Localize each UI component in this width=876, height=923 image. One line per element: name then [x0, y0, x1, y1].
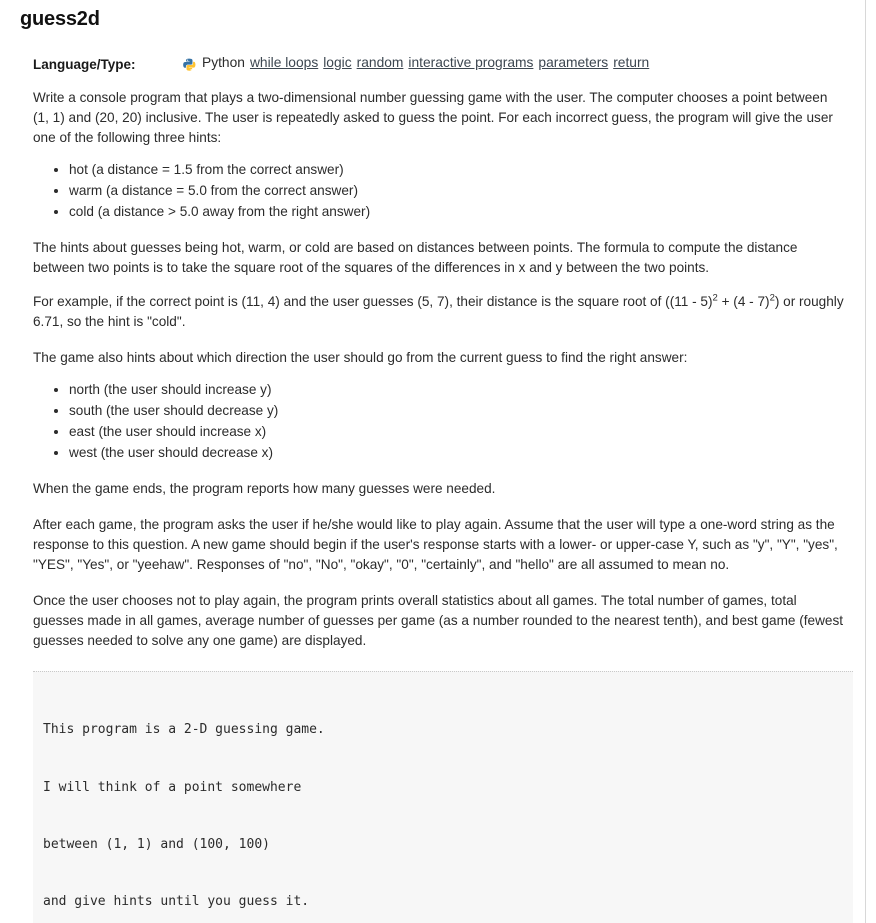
console-line: I will think of a point somewhere: [43, 779, 302, 795]
console-line: between (1, 1) and (100, 100): [43, 836, 270, 852]
example-part-1: For example, if the correct point is (11…: [33, 294, 713, 310]
python-logo-icon: [183, 58, 196, 71]
exercise-content: Language/Type: Python while loops logic …: [33, 55, 853, 923]
list-item: warm (a distance = 5.0 from the correct …: [69, 180, 852, 201]
tag-link-parameters[interactable]: parameters: [538, 55, 608, 70]
directions-paragraph: The game also hints about which directio…: [33, 349, 688, 365]
hints-list: hot (a distance = 1.5 from the correct a…: [33, 159, 852, 222]
console-line: This program is a 2-D guessing game.: [43, 722, 325, 738]
list-item: east (the user should increase x): [69, 421, 852, 442]
example-paragraph: For example, if the correct point is (11…: [33, 292, 845, 332]
intro-paragraph: Write a console program that plays a two…: [33, 90, 833, 145]
list-item: south (the user should decrease y): [69, 400, 852, 421]
statistics-paragraph: Once the user chooses not to play again,…: [33, 593, 844, 648]
tag-link-logic[interactable]: logic: [323, 55, 351, 70]
list-item: cold (a distance > 5.0 away from the rig…: [69, 201, 852, 222]
formula-paragraph: The hints about guesses being hot, warm,…: [33, 240, 798, 276]
tag-link-interactive-programs[interactable]: interactive programs: [408, 55, 533, 70]
language-type-row: Language/Type: Python while loops logic …: [33, 55, 852, 72]
language-name: Python: [202, 55, 245, 70]
example-part-2: + (4 - 7): [717, 294, 770, 310]
tag-link-while-loops[interactable]: while loops: [250, 55, 318, 70]
directions-list: north (the user should increase y) south…: [33, 379, 852, 463]
tag-link-return[interactable]: return: [613, 55, 649, 70]
game-ends-paragraph: When the game ends, the program reports …: [33, 481, 496, 497]
list-item: hot (a distance = 1.5 from the correct a…: [69, 159, 852, 180]
page-title: guess2d: [20, 8, 100, 30]
tag-link-random[interactable]: random: [357, 55, 404, 70]
language-type-label: Language/Type:: [33, 57, 136, 72]
console-line: and give hints until you guess it.: [43, 894, 310, 910]
list-item: west (the user should decrease x): [69, 442, 852, 463]
replay-paragraph: After each game, the program asks the us…: [33, 517, 838, 573]
console-output-block: This program is a 2-D guessing game. I w…: [33, 670, 853, 923]
language-type-values: Python while loops logic random interact…: [183, 55, 649, 71]
list-item: north (the user should increase y): [69, 379, 852, 400]
exercise-page: guess2d Language/Type: Python while loop…: [0, 0, 866, 923]
